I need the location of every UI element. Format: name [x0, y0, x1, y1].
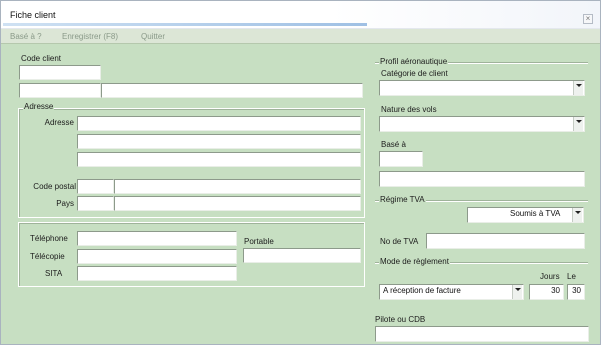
- adresse-label: Adresse: [44, 118, 74, 127]
- pilote-input[interactable]: [375, 326, 589, 342]
- code-postal-label: Code postal: [33, 182, 76, 191]
- telecopie-input[interactable]: [77, 249, 237, 264]
- pilote-label: Pilote ou CDB: [375, 315, 426, 324]
- window-title: Fiche client: [10, 10, 56, 20]
- title-bar: Fiche client ×: [1, 1, 600, 29]
- no-tva-label: No de TVA: [380, 237, 419, 246]
- base-name-input[interactable]: [379, 171, 585, 187]
- categorie-select[interactable]: [379, 80, 585, 96]
- menu-base-a[interactable]: Basé à ?: [10, 32, 42, 41]
- ville-input[interactable]: [114, 179, 361, 194]
- le-label: Le: [567, 272, 576, 281]
- menu-bar: Basé à ? Enregistrer (F8) Quitter: [1, 29, 600, 44]
- code-client-label: Code client: [21, 54, 62, 63]
- jours-label: Jours: [540, 272, 560, 281]
- menu-enregistrer[interactable]: Enregistrer (F8): [62, 32, 118, 41]
- portable-input[interactable]: [243, 248, 361, 263]
- client-form-window: Fiche client × Basé à ? Enregistrer (F8)…: [0, 0, 601, 345]
- code-postal-input[interactable]: [77, 179, 114, 194]
- portable-label: Portable: [244, 237, 274, 246]
- sita-label: SITA: [45, 269, 63, 278]
- nature-label: Nature des vols: [381, 105, 437, 114]
- telecopie-label: Télécopie: [30, 252, 65, 261]
- le-input[interactable]: 30: [567, 284, 585, 300]
- no-tva-input[interactable]: [426, 233, 585, 249]
- pays-label: Pays: [56, 199, 74, 208]
- base-code-input[interactable]: [379, 151, 423, 167]
- tva-legend: Régime TVA: [379, 195, 426, 204]
- close-icon[interactable]: ×: [583, 14, 593, 24]
- chevron-down-icon[interactable]: [572, 208, 582, 222]
- chevron-down-icon[interactable]: [512, 285, 522, 299]
- client-secondary-input[interactable]: [19, 83, 101, 98]
- adresse-line3-input[interactable]: [77, 152, 361, 167]
- telephone-label: Téléphone: [30, 234, 68, 243]
- base-label: Basé à: [381, 140, 406, 149]
- categorie-label: Catégorie de client: [381, 69, 448, 78]
- jours-input[interactable]: 30: [529, 284, 564, 300]
- nature-select[interactable]: [379, 116, 585, 132]
- telephone-input[interactable]: [77, 231, 237, 246]
- pays-name-input[interactable]: [114, 196, 361, 211]
- client-name-input[interactable]: [101, 83, 363, 98]
- adresse-legend: Adresse: [23, 102, 55, 111]
- chevron-down-icon[interactable]: [573, 81, 583, 95]
- sita-input[interactable]: [77, 266, 237, 281]
- pays-code-input[interactable]: [77, 196, 114, 211]
- title-accent: [3, 23, 367, 26]
- adresse-line2-input[interactable]: [77, 134, 361, 149]
- chevron-down-icon[interactable]: [573, 117, 583, 131]
- reglement-legend: Mode de règlement: [379, 257, 450, 266]
- menu-quitter[interactable]: Quitter: [141, 32, 165, 41]
- adresse-line1-input[interactable]: [77, 116, 361, 131]
- regime-tva-select[interactable]: Soumis à TVA: [467, 207, 584, 223]
- profil-legend: Profil aéronautique: [379, 57, 449, 66]
- mode-reglement-select[interactable]: A réception de facture: [379, 284, 524, 300]
- code-client-input[interactable]: [19, 65, 101, 80]
